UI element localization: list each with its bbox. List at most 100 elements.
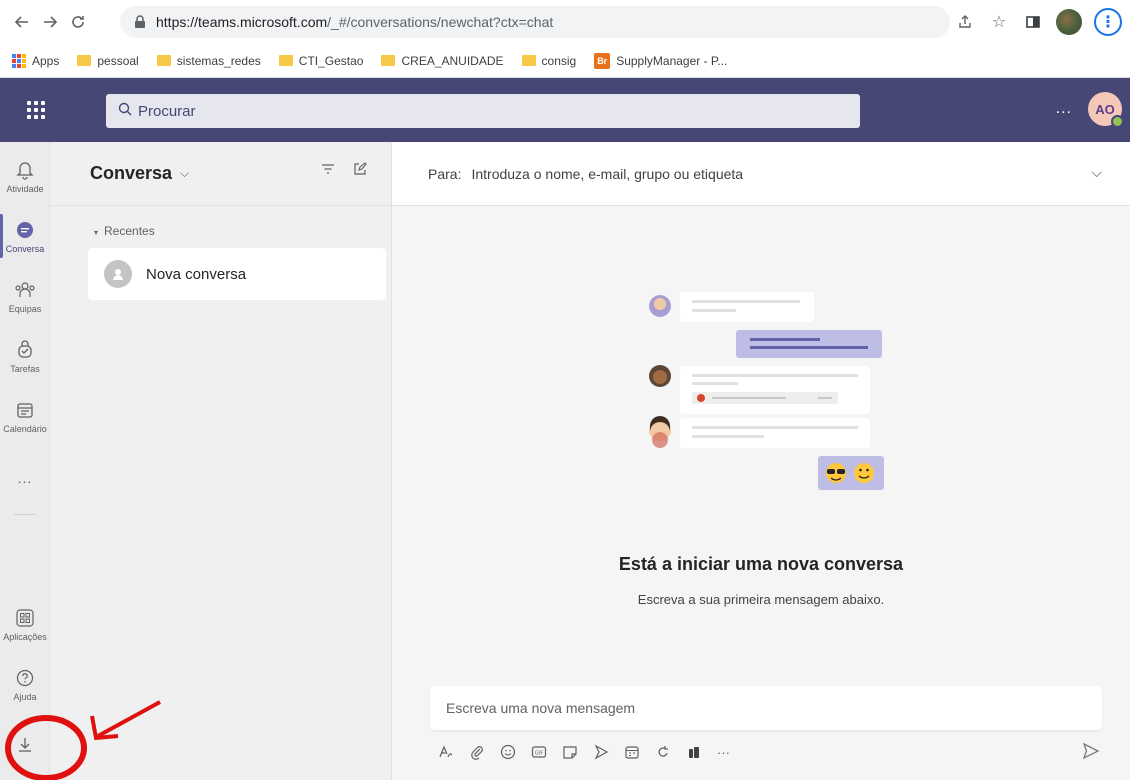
chat-list-item[interactable]: Nova conversa bbox=[88, 248, 386, 300]
filter-icon[interactable] bbox=[321, 162, 335, 179]
send-button[interactable] bbox=[1082, 742, 1100, 765]
rail-item-apps[interactable]: Aplicações bbox=[0, 594, 50, 654]
recipient-bar[interactable]: Para: Introduza o nome, e-mail, grupo ou… bbox=[392, 142, 1130, 206]
bookmark-label: sistemas_redes bbox=[176, 53, 261, 68]
meet-now-icon[interactable] bbox=[593, 744, 609, 760]
chevron-down-icon[interactable]: ⌵ bbox=[180, 166, 189, 181]
side-panel-icon[interactable] bbox=[1022, 11, 1044, 33]
bell-icon bbox=[14, 159, 36, 181]
collapse-caret-icon: ▾ bbox=[94, 228, 99, 237]
rail-more-button[interactable]: ... bbox=[0, 448, 50, 508]
svg-text:GIF: GIF bbox=[535, 751, 543, 757]
bookmark-label: Apps bbox=[32, 53, 60, 68]
calendar-icon bbox=[14, 399, 36, 421]
search-placeholder: Procurar bbox=[138, 102, 196, 120]
bookmark-site[interactable]: Br SupplyManager - P... bbox=[594, 52, 728, 69]
apps-grid-icon bbox=[12, 53, 26, 68]
praise-icon[interactable] bbox=[686, 744, 702, 760]
person-icon bbox=[104, 260, 132, 288]
rail-label: Equipas bbox=[8, 303, 42, 314]
empty-state-title: Está a iniciar uma nova conversa bbox=[618, 554, 904, 574]
chat-list-actions bbox=[321, 162, 367, 179]
chat-list-header: Conversa ⌵ bbox=[50, 142, 391, 206]
recipient-input[interactable]: Introduza o nome, e-mail, grupo ou etiqu… bbox=[471, 166, 743, 182]
rail-item-activity[interactable]: Atividade bbox=[0, 146, 50, 206]
attach-icon[interactable] bbox=[469, 744, 485, 760]
folder-icon bbox=[156, 55, 171, 66]
profile-avatar[interactable] bbox=[1056, 9, 1082, 35]
rail-label: Conversa bbox=[5, 243, 45, 254]
chat-icon bbox=[14, 219, 36, 241]
browser-menu-button[interactable]: ⋮ bbox=[1094, 8, 1122, 36]
help-icon bbox=[14, 667, 36, 689]
gif-icon[interactable]: GIF bbox=[531, 744, 547, 760]
loop-icon[interactable] bbox=[655, 744, 671, 760]
folder-icon bbox=[278, 55, 293, 66]
recent-section-header[interactable]: ▾ Recentes bbox=[50, 206, 391, 238]
rail-item-chat[interactable]: Conversa bbox=[0, 206, 50, 266]
tasks-icon bbox=[14, 339, 36, 361]
presence-badge bbox=[1111, 115, 1124, 128]
more-actions-button[interactable]: ··· bbox=[717, 745, 730, 760]
reload-button[interactable] bbox=[64, 8, 92, 36]
rail-item-tasks[interactable]: Tarefas bbox=[0, 326, 50, 386]
bookmark-folder[interactable]: sistemas_redes bbox=[156, 53, 261, 68]
rail-label: Aplicações bbox=[3, 631, 47, 642]
browser-actions: ☆ ⋮ bbox=[954, 6, 1122, 38]
browser-toolbar: https://teams.microsoft.com/_#/conversat… bbox=[0, 0, 1130, 44]
rail-label: Calendário bbox=[3, 423, 47, 434]
new-chat-illustration bbox=[649, 292, 884, 490]
empty-state-subtitle: Escreva a sua primeira mensagem abaixo. bbox=[637, 592, 885, 607]
bookmark-label: SupplyManager - P... bbox=[616, 53, 728, 68]
bookmark-folder[interactable]: consig bbox=[521, 53, 577, 68]
teams-header: Procurar ... AO bbox=[0, 78, 1130, 142]
chat-list-title[interactable]: Conversa bbox=[90, 163, 172, 184]
rail-item-help[interactable]: Ajuda bbox=[0, 654, 50, 714]
search-input[interactable]: Procurar bbox=[106, 94, 860, 128]
format-icon[interactable] bbox=[438, 744, 454, 760]
arrow-left-icon bbox=[14, 16, 28, 28]
waffle-icon bbox=[27, 101, 45, 119]
bookmark-label: CTI_Gestao bbox=[298, 53, 364, 68]
address-bar[interactable]: https://teams.microsoft.com/_#/conversat… bbox=[120, 6, 950, 38]
rail-label: Tarefas bbox=[10, 363, 40, 374]
user-avatar[interactable]: AO bbox=[1088, 92, 1124, 128]
lock-icon bbox=[132, 14, 148, 30]
rail-item-download[interactable] bbox=[0, 716, 50, 776]
share-icon[interactable] bbox=[954, 11, 976, 33]
bookmark-label: consig bbox=[541, 53, 577, 68]
chat-list-pane: Conversa ⌵ ▾ Recentes Nova conversa bbox=[50, 142, 392, 780]
forward-button[interactable] bbox=[36, 8, 64, 36]
rail-item-calendar[interactable]: Calendário bbox=[0, 386, 50, 446]
chevron-down-icon[interactable]: ⌵ bbox=[1091, 164, 1102, 181]
back-button[interactable] bbox=[8, 8, 36, 36]
new-chat-icon[interactable] bbox=[353, 162, 367, 179]
bookmark-folder[interactable]: CREA_ANUIDADE bbox=[381, 54, 504, 68]
bookmark-folder[interactable]: pessoal bbox=[77, 53, 139, 68]
download-icon bbox=[14, 734, 36, 756]
message-compose-box[interactable]: Escreva uma nova mensagem bbox=[430, 686, 1102, 730]
emoji-icon[interactable] bbox=[500, 744, 516, 760]
app-bar: Atividade Conversa Equipas Tarefas Calen… bbox=[0, 142, 50, 780]
compose-placeholder: Escreva uma nova mensagem bbox=[446, 700, 636, 716]
rail-divider bbox=[14, 514, 36, 515]
to-label: Para: bbox=[428, 165, 462, 182]
folder-icon bbox=[77, 55, 92, 66]
bookmark-label: pessoal bbox=[97, 53, 139, 68]
app-launcher-button[interactable] bbox=[0, 78, 72, 142]
folder-icon bbox=[521, 55, 536, 66]
bookmark-apps[interactable]: Apps bbox=[12, 53, 60, 68]
sticker-icon[interactable] bbox=[562, 744, 578, 760]
apps-icon bbox=[14, 607, 36, 629]
url-path: /_#/conversations/newchat?ctx=chat bbox=[327, 14, 554, 30]
rail-item-teams[interactable]: Equipas bbox=[0, 266, 50, 326]
schedule-meeting-icon[interactable] bbox=[624, 744, 640, 760]
more-options-button[interactable]: ... bbox=[1056, 100, 1072, 118]
arrow-right-icon bbox=[44, 16, 58, 28]
folder-icon bbox=[381, 55, 396, 66]
star-icon[interactable]: ☆ bbox=[988, 11, 1010, 33]
teams-icon bbox=[14, 279, 36, 301]
new-chat-pane: Para: Introduza o nome, e-mail, grupo ou… bbox=[392, 142, 1130, 780]
bookmark-folder[interactable]: CTI_Gestao bbox=[278, 53, 364, 68]
bookmarks-bar: Apps pessoal sistemas_redes CTI_Gestao C… bbox=[0, 44, 1130, 78]
